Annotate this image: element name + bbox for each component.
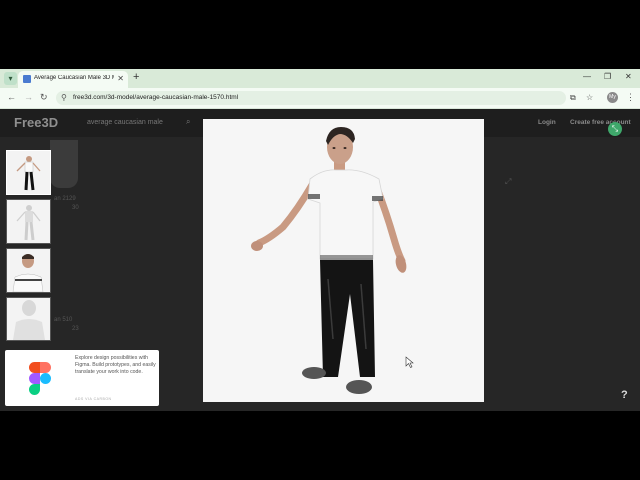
profile-avatar[interactable]: My (607, 92, 618, 103)
favicon-icon (23, 75, 31, 83)
site-info-icon[interactable]: ⚲ (61, 93, 67, 102)
background-arrow-icon: ⤢ (505, 177, 512, 186)
url-field[interactable]: ⚲ free3d.com/3d-model/average-caucasian-… (56, 91, 593, 105)
ad-text: Explore design possibilities with Figma.… (75, 355, 156, 375)
thumbnail-1[interactable] (6, 150, 51, 195)
minimize-icon[interactable]: — (583, 72, 591, 81)
thumbnail-3[interactable] (6, 248, 51, 293)
site-search-input[interactable]: average caucasian male (87, 119, 163, 126)
background-text: an 510 (54, 317, 73, 323)
create-account-link[interactable]: Create free account (570, 119, 631, 126)
background-text: 23 (72, 326, 79, 332)
menu-kebab-icon[interactable]: ⋮ (626, 92, 635, 103)
background-image (50, 140, 78, 188)
window-close-icon[interactable]: ✕ (625, 72, 632, 81)
reload-icon[interactable]: ↻ (40, 92, 48, 103)
help-button[interactable]: ? (621, 389, 628, 401)
search-icon[interactable]: ⌕ (186, 117, 190, 127)
background-text: 30 (72, 205, 79, 211)
forward-icon[interactable]: → (24, 92, 33, 102)
browser-tab[interactable]: Average Caucasian Male 3D M ✕ (18, 71, 128, 88)
restore-icon[interactable]: ❐ (604, 72, 611, 81)
bookmark-star-icon[interactable]: ☆ (586, 93, 593, 102)
browser-window: ▾ Average Caucasian Male 3D M ✕ + — ❐ ✕ … (0, 69, 640, 411)
new-tab-icon[interactable]: + (133, 71, 139, 83)
carbon-ad[interactable]: Explore design possibilities with Figma.… (5, 350, 159, 406)
back-icon[interactable]: ← (7, 92, 16, 102)
mouse-cursor-icon (405, 356, 414, 368)
figma-logo-icon (29, 362, 51, 395)
tab-search-icon[interactable]: ▾ (4, 72, 17, 85)
install-app-icon[interactable]: ⧉ (570, 93, 576, 103)
fullscreen-toggle-icon[interactable]: ⤡ (608, 122, 622, 136)
thumbnail-2[interactable] (6, 199, 51, 244)
image-lightbox (203, 119, 484, 402)
tab-close-icon[interactable]: ✕ (117, 74, 124, 83)
thumbnail-4[interactable] (6, 297, 51, 341)
tab-strip: ▾ Average Caucasian Male 3D M ✕ + — ❐ ✕ (0, 69, 640, 88)
site-logo[interactable]: Free3D (14, 115, 58, 130)
address-bar-row: ← → ↻ ⚲ free3d.com/3d-model/average-cauc… (0, 88, 640, 109)
male-3d-model-preview (251, 127, 414, 394)
login-link[interactable]: Login (538, 119, 556, 126)
ad-via-label[interactable]: ADS VIA CARBON (75, 397, 112, 401)
background-text: an 2129 (54, 196, 76, 202)
url-text: free3d.com/3d-model/average-caucasian-ma… (73, 94, 239, 101)
tab-title: Average Caucasian Male 3D M (34, 75, 114, 81)
